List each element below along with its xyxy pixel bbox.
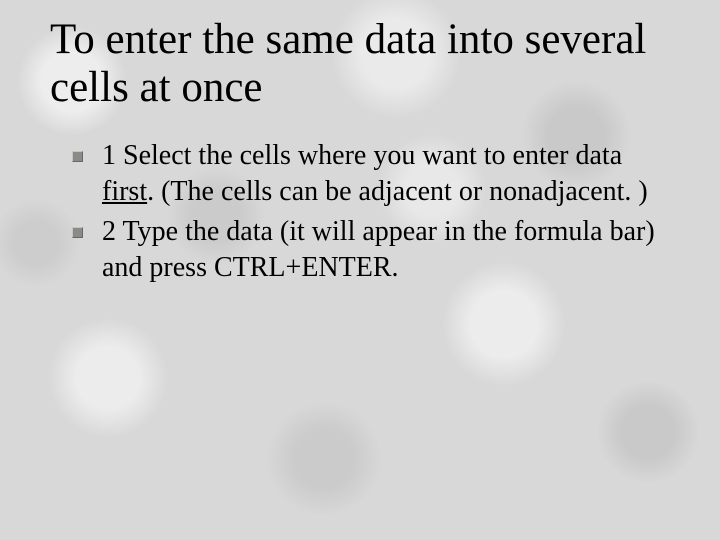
bullet-text-pre: 1 Select the cells where you want to ent… bbox=[102, 140, 622, 171]
bullet-text-pre: 2 Type the data (it will appear in the f… bbox=[102, 216, 655, 283]
list-item: 2 Type the data (it will appear in the f… bbox=[72, 214, 670, 286]
bullet-text-underline: first bbox=[102, 176, 147, 207]
bullet-text-post: . (The cells can be adjacent or nonadjac… bbox=[147, 176, 648, 207]
list-item: 1 Select the cells where you want to ent… bbox=[72, 138, 670, 210]
bullet-list: 1 Select the cells where you want to ent… bbox=[50, 138, 670, 285]
slide: To enter the same data into several cell… bbox=[0, 0, 720, 540]
slide-title: To enter the same data into several cell… bbox=[50, 16, 670, 112]
